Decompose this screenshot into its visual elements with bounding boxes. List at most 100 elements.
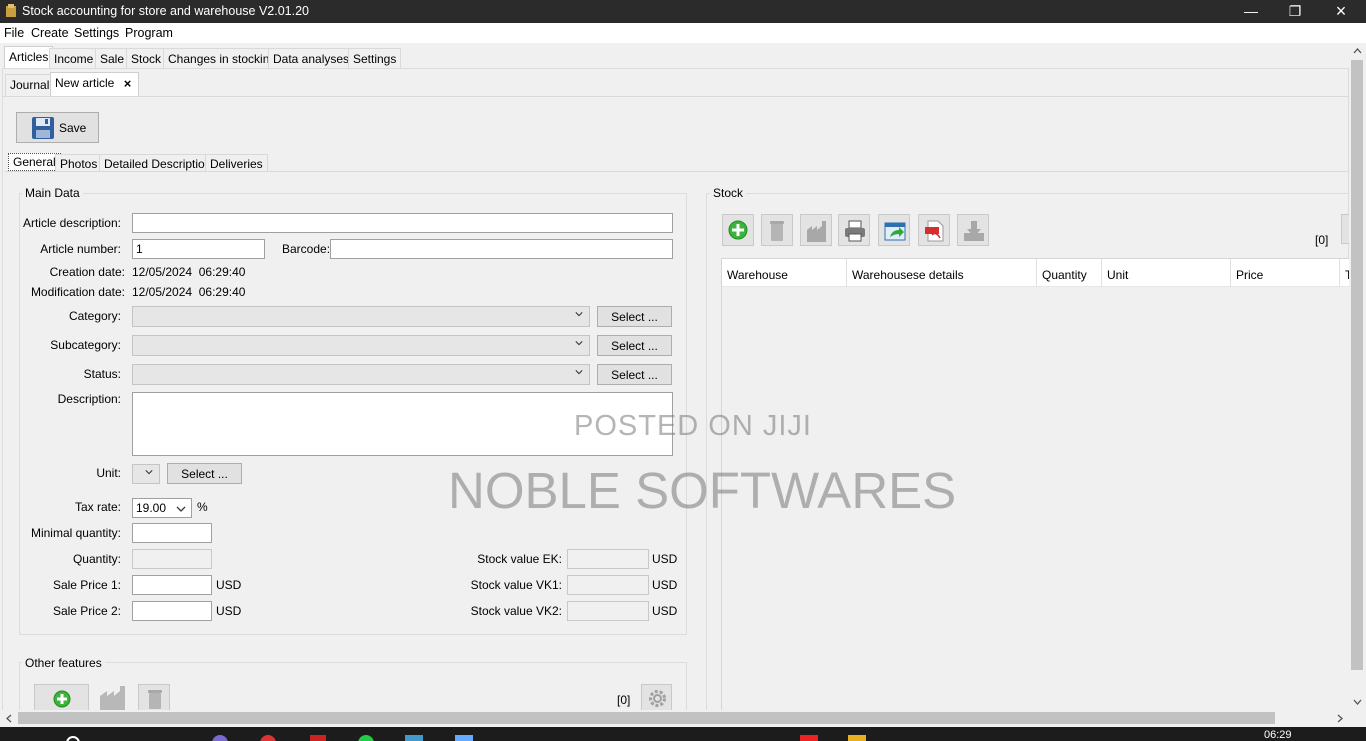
status-label: Status:	[83, 367, 121, 381]
warehouse-stock-button[interactable]	[800, 214, 832, 246]
subcategory-label: Subcategory:	[50, 338, 121, 352]
status-dropdown[interactable]	[132, 364, 590, 385]
minimal-quantity-input[interactable]	[132, 523, 212, 543]
stock-count: [0]	[1315, 233, 1329, 247]
quantity-input	[132, 549, 212, 569]
menu-create[interactable]: Create	[31, 26, 69, 40]
stock-title: Stock	[710, 186, 747, 200]
pdf-export-button[interactable]	[918, 214, 950, 246]
factory-icon	[100, 686, 125, 711]
feature-settings-button[interactable]	[641, 684, 672, 711]
tab-new-article[interactable]: New article ×	[50, 72, 140, 97]
select-category-button[interactable]: Select ...	[597, 306, 672, 327]
menu-file[interactable]: File	[4, 26, 24, 40]
tab-changes-in-stocking[interactable]: Changes in stocking	[163, 48, 282, 69]
column-header-warehouse[interactable]: Warehouse	[722, 259, 847, 287]
tab-general[interactable]: General	[8, 153, 61, 171]
delete-feature-button[interactable]	[138, 684, 170, 711]
category-dropdown[interactable]	[132, 306, 590, 327]
tab-stock[interactable]: Stock	[126, 48, 167, 69]
select-unit-button[interactable]: Select ...	[167, 463, 242, 484]
sale-price-2-input[interactable]	[132, 601, 212, 621]
app-icon-5[interactable]	[405, 735, 423, 741]
tab-data-analyses[interactable]: Data analyses	[268, 48, 355, 69]
unit-dropdown[interactable]	[132, 464, 160, 484]
title-bar: Stock accounting for store and warehouse…	[0, 0, 1366, 23]
column-header-warehouse-details[interactable]: Warehousese details	[847, 259, 1037, 287]
search-icon[interactable]	[66, 736, 80, 741]
horizontal-scrollbar[interactable]	[0, 710, 1366, 727]
tax-rate-dropdown[interactable]: 19.00	[132, 498, 192, 518]
select-status-button[interactable]: Select ...	[597, 364, 672, 385]
scroll-left-icon[interactable]	[6, 714, 12, 723]
sale-price-1-input[interactable]	[132, 575, 212, 595]
app-icon-6[interactable]	[455, 735, 473, 741]
add-feature-button[interactable]	[34, 684, 89, 711]
barcode-input[interactable]	[330, 239, 673, 259]
gear-icon	[649, 690, 666, 707]
window-title: Stock accounting for store and warehouse…	[22, 4, 309, 18]
minimal-quantity-label: Minimal quantity:	[30, 526, 121, 540]
app-icon-3[interactable]	[310, 735, 326, 741]
article-number-label: Article number:	[40, 242, 121, 256]
description-label: Description:	[57, 392, 121, 406]
tab-deliveries[interactable]: Deliveries	[205, 154, 268, 171]
tab-sale[interactable]: Sale	[95, 48, 130, 69]
column-header-quantity[interactable]: Quantity	[1037, 259, 1102, 287]
scroll-right-icon[interactable]	[1337, 714, 1343, 723]
stock-settings-button[interactable]	[1341, 214, 1349, 244]
import-stock-button[interactable]	[957, 214, 989, 246]
tab-detailed-description[interactable]: Detailed Description	[99, 154, 217, 171]
percent-sign: %	[197, 500, 208, 514]
watermark-noble-softwares: NOBLE SOFTWARES	[448, 462, 957, 519]
close-tab-icon[interactable]: ×	[124, 76, 132, 91]
category-label: Category:	[68, 309, 121, 323]
app-icon-1[interactable]	[212, 735, 228, 741]
download-icon	[964, 221, 984, 241]
add-stock-button[interactable]	[722, 214, 754, 246]
stock-value-vk2-label: Stock value VK2:	[470, 604, 562, 618]
column-header-unit[interactable]: Unit	[1102, 259, 1231, 287]
save-button[interactable]: Save	[16, 112, 99, 143]
tab-articles[interactable]: Articles	[4, 46, 54, 69]
app-icon-7[interactable]	[800, 735, 818, 741]
article-description-label: Article description:	[22, 216, 121, 230]
tab-photos[interactable]: Photos	[55, 154, 103, 171]
save-label: Save	[59, 121, 87, 135]
print-stock-button[interactable]	[838, 214, 870, 246]
printer-icon	[845, 220, 865, 242]
tab-income[interactable]: Income	[49, 48, 99, 69]
vertical-scrollbar[interactable]	[1349, 44, 1366, 710]
stock-value-ek-label: Stock value EK:	[477, 552, 562, 566]
article-number-input[interactable]	[132, 239, 265, 259]
app-icon-4[interactable]	[358, 735, 374, 741]
stock-value-vk1-currency: USD	[652, 578, 678, 592]
menu-program[interactable]: Program	[125, 26, 173, 40]
menu-bar: File Create Settings Program	[0, 23, 1366, 43]
tax-rate-label: Tax rate:	[74, 500, 121, 514]
vertical-scroll-thumb[interactable]	[1351, 60, 1363, 670]
sale-price-2-currency: USD	[216, 604, 242, 618]
delete-stock-button[interactable]	[761, 214, 793, 246]
tab-settings[interactable]: Settings	[348, 48, 402, 69]
modification-date-value: 12/05/2024 06:29:40	[132, 285, 246, 299]
export-stock-button[interactable]	[878, 214, 910, 246]
edit-feature-button[interactable]	[98, 684, 128, 711]
tab-journal[interactable]: Journal	[5, 74, 55, 96]
tax-rate-value: 19.00	[136, 501, 167, 515]
factory-icon	[807, 221, 826, 242]
menu-settings[interactable]: Settings	[74, 26, 119, 40]
close-window-button[interactable]: ×	[1318, 0, 1364, 23]
subcategory-dropdown[interactable]	[132, 335, 590, 356]
select-subcategory-button[interactable]: Select ...	[597, 335, 672, 356]
app-icon-8[interactable]	[848, 735, 866, 741]
stock-value-vk1-input	[567, 575, 649, 595]
scroll-up-icon[interactable]	[1353, 48, 1362, 54]
article-description-input[interactable]	[132, 213, 673, 233]
horizontal-scroll-thumb[interactable]	[18, 712, 1275, 724]
scroll-down-icon[interactable]	[1353, 699, 1362, 705]
column-header-price[interactable]: Price	[1231, 259, 1340, 287]
minimize-button[interactable]: —	[1228, 0, 1274, 23]
restore-button[interactable]: ❐	[1272, 0, 1318, 23]
app-icon-2[interactable]	[260, 735, 276, 741]
